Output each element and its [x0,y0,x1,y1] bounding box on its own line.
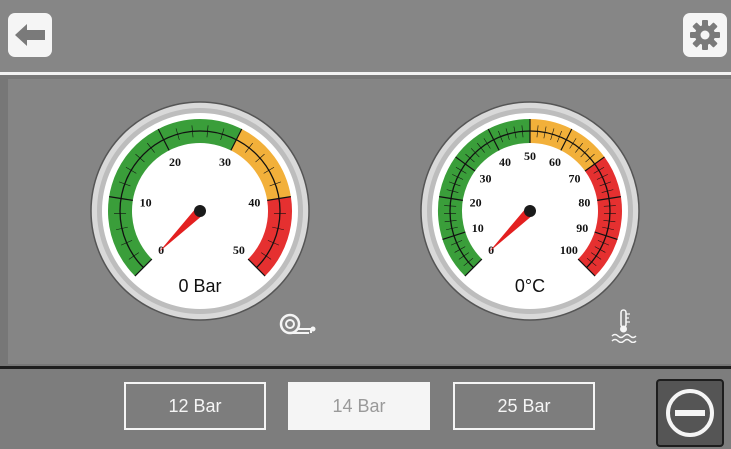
coolant-temperature-icon [611,309,637,343]
gauge-tick-label: 10 [472,221,484,235]
gauge-tick-label: 30 [480,172,492,186]
pressure-gauge: 01020304050 0 Bar [89,100,311,322]
back-button[interactable] [8,13,52,57]
gauge-tick-label: 10 [140,195,152,209]
gauge-tick-label: 100 [560,243,578,257]
gauge-tick-label: 50 [524,149,536,163]
gauge-tick-label: 20 [169,155,181,169]
top-divider [0,72,731,75]
gauge-hub [194,205,206,217]
gauge-tick-label: 40 [499,155,511,169]
stop-button[interactable] [656,379,724,447]
preset-12-bar-button[interactable]: 12 Bar [124,382,266,430]
air-hose-icon [279,312,319,338]
gauge-tick-label: 70 [568,172,580,186]
temperature-gauge: 0102030405060708090100 0°C [419,100,641,322]
stop-circle-icon [664,387,716,439]
gauge-tick-label: 90 [576,221,588,235]
gauge-tick-label: 20 [470,195,482,209]
settings-button[interactable] [683,13,727,57]
pressure-value: 0 Bar [89,276,311,297]
arrow-left-icon [13,22,47,48]
bottom-bar: 12 Bar 14 Bar 25 Bar [0,366,731,449]
gauge-tick-label: 60 [549,155,561,169]
temperature-value: 0°C [419,276,641,297]
gear-icon [689,19,721,51]
gauge-tick-label: 30 [219,155,231,169]
gauge-tick-label: 50 [233,243,245,257]
preset-25-bar-button[interactable]: 25 Bar [453,382,595,430]
gauge-tick-label: 80 [578,195,590,209]
preset-14-bar-button[interactable]: 14 Bar [288,382,430,430]
gauge-hub [524,205,536,217]
top-bar [0,0,731,72]
gauge-tick-label: 40 [248,195,260,209]
